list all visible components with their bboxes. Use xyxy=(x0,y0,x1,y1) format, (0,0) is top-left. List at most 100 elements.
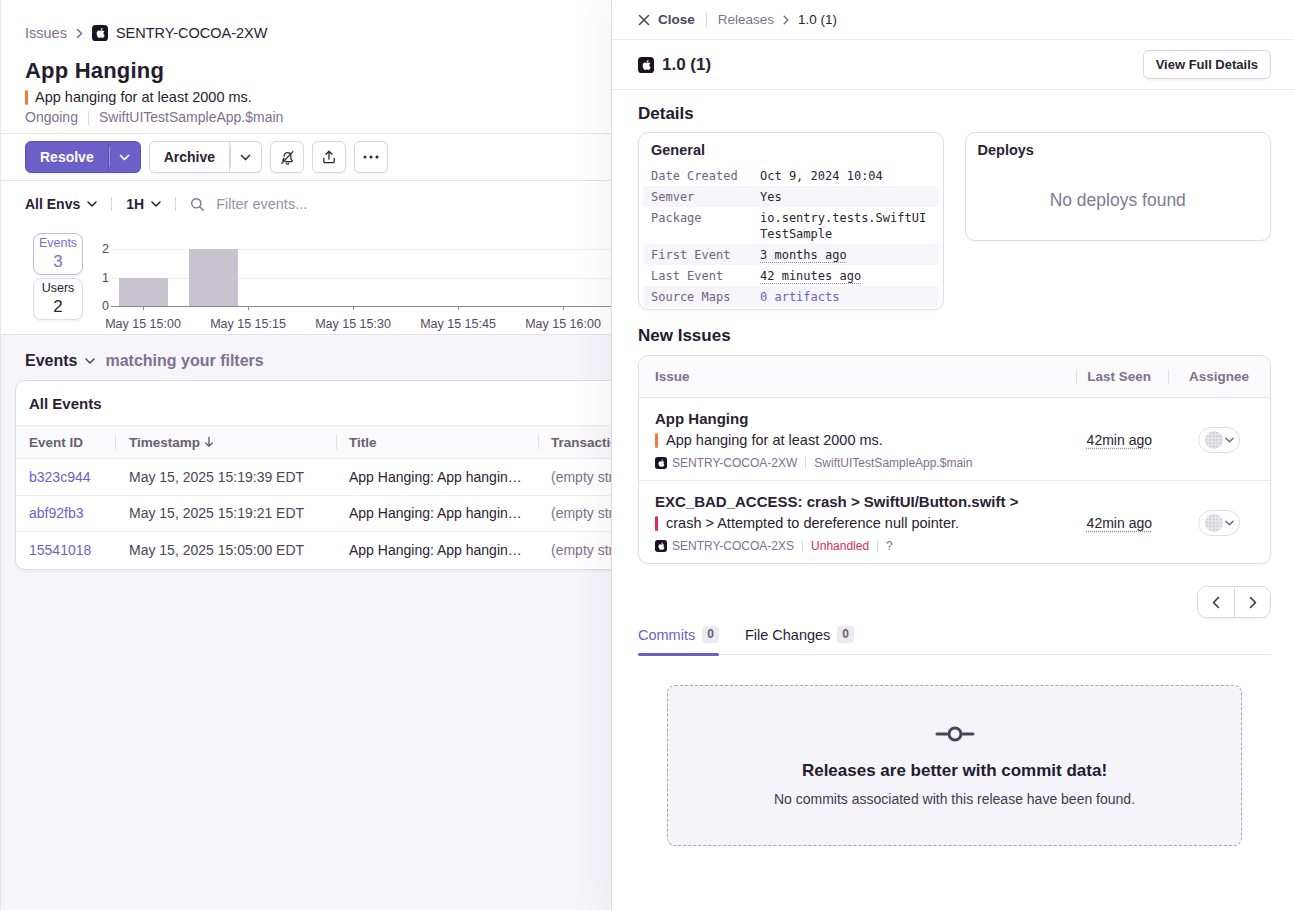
all-events-card: All Events Event ID Timestamp Title Tran… xyxy=(15,380,611,570)
event-timestamp: May 15, 2025 15:19:39 EDT xyxy=(129,469,349,485)
previous-page-button[interactable] xyxy=(1198,587,1234,617)
environment-filter[interactable]: All Envs xyxy=(25,196,97,212)
breadcrumb-project[interactable]: SENTRY-COCOA-2XW xyxy=(92,25,267,41)
events-bar-chart: 012May 15 15:00May 15 15:15May 15 15:30M… xyxy=(83,233,611,333)
chevron-right-icon xyxy=(783,15,789,25)
assignee-dropdown[interactable] xyxy=(1198,510,1240,536)
chart-gridline xyxy=(111,278,611,279)
mute-button[interactable] xyxy=(270,141,304,173)
general-key: Package xyxy=(651,210,760,242)
resolve-dropdown-button[interactable] xyxy=(109,141,141,173)
breadcrumb-issues-link[interactable]: Issues xyxy=(25,25,67,41)
period-filter-label: 1H xyxy=(126,196,144,212)
event-title: App Hanging: App hanging for at least 20… xyxy=(349,542,551,558)
filter-events-input[interactable]: Filter events... xyxy=(190,196,587,212)
tab-commits[interactable]: Commits 0 xyxy=(638,626,719,654)
panel-tabs: Commits 0 File Changes 0 xyxy=(638,626,1271,655)
issue-project-slug: SENTRY-COCOA-2XS xyxy=(672,538,794,554)
column-title[interactable]: Title xyxy=(349,435,551,450)
chart-x-tick xyxy=(143,306,144,310)
archive-split-button: Archive xyxy=(149,141,262,173)
issue-title-link[interactable]: EXC_BAD_ACCESS: crash > SwiftUI/Button.s… xyxy=(655,491,1076,512)
event-transaction: (empty string) xyxy=(551,469,611,485)
event-id-link[interactable]: b323c944 xyxy=(29,469,129,485)
column-assignee: Assignee xyxy=(1168,369,1270,384)
chart-x-axis xyxy=(111,306,611,307)
event-id-link[interactable]: 15541018 xyxy=(29,542,129,558)
chevron-down-icon xyxy=(1225,437,1234,443)
release-details-panel: Close Releases 1.0 (1) 1.0 (1) View Full… xyxy=(611,0,1294,910)
events-count-toggle[interactable]: Events 3 xyxy=(33,233,83,275)
general-row: First Event 3 months ago xyxy=(643,244,939,265)
breadcrumb-releases-link[interactable]: Releases xyxy=(718,12,774,27)
tab-file-changes[interactable]: File Changes 0 xyxy=(745,626,854,654)
event-row: abf92fb3 May 15, 2025 15:19:21 EDT App H… xyxy=(16,496,611,533)
help-icon[interactable]: ? xyxy=(886,538,893,554)
chart-bar[interactable] xyxy=(119,278,168,307)
general-card-title: General xyxy=(639,133,943,165)
chart-x-tick-label: May 15 16:00 xyxy=(525,317,601,331)
share-button[interactable] xyxy=(312,141,346,173)
breadcrumb: Issues SENTRY-COCOA-2XW xyxy=(25,25,587,41)
general-value: Oct 9, 2024 10:04 xyxy=(760,168,927,184)
next-page-button[interactable] xyxy=(1234,587,1270,617)
view-full-details-button[interactable]: View Full Details xyxy=(1143,50,1271,79)
chart-x-tick xyxy=(563,306,564,310)
sort-desc-icon xyxy=(204,436,214,448)
general-key: Last Event xyxy=(651,268,760,284)
chevron-right-icon xyxy=(1249,596,1257,609)
deploys-card: Deploys No deploys found xyxy=(965,132,1272,241)
new-issues-card: Issue Last Seen Assignee App Hanging App… xyxy=(638,355,1271,564)
chart-x-tick xyxy=(248,306,249,310)
apple-project-icon xyxy=(638,57,654,73)
search-icon xyxy=(190,197,205,212)
events-section-title[interactable]: Events xyxy=(25,352,77,370)
column-event-id[interactable]: Event ID xyxy=(29,435,129,450)
issue-culprit: SwiftUITestSampleApp.$main xyxy=(814,455,972,471)
issue-title-link[interactable]: App Hanging xyxy=(655,408,1076,429)
source-maps-link[interactable]: 0 artifacts xyxy=(760,290,839,304)
release-title: 1.0 (1) xyxy=(662,55,711,75)
general-key: Date Created xyxy=(651,168,760,184)
separator xyxy=(877,540,878,552)
period-filter[interactable]: 1H xyxy=(126,196,161,212)
general-row: Date Created Oct 9, 2024 10:04 xyxy=(643,165,939,186)
close-panel-button[interactable]: Close xyxy=(638,12,695,27)
issue-subtitle: App hanging for at least 2000 ms. xyxy=(35,89,252,106)
assignee-dropdown[interactable] xyxy=(1198,427,1240,453)
event-id-link[interactable]: abf92fb3 xyxy=(29,505,129,521)
chart-bar[interactable] xyxy=(189,249,238,306)
deploys-card-title: Deploys xyxy=(966,133,1271,165)
column-last-seen: Last Seen xyxy=(1076,369,1168,384)
deploys-empty-text: No deploys found xyxy=(966,165,1271,240)
archive-button[interactable]: Archive xyxy=(149,141,230,173)
column-issue: Issue xyxy=(639,369,1076,384)
resolve-split-button: Resolve xyxy=(25,141,141,173)
breadcrumb-project-label: SENTRY-COCOA-2XW xyxy=(116,25,267,41)
chevron-down-icon xyxy=(1225,520,1234,526)
users-count-value: 2 xyxy=(34,297,82,317)
panel-breadcrumb: Releases 1.0 (1) xyxy=(718,12,837,27)
event-title: App Hanging: App hanging for at least 20… xyxy=(349,469,551,485)
pagination xyxy=(1197,586,1271,618)
chevron-down-icon xyxy=(151,201,161,207)
event-row: 15541018 May 15, 2025 15:05:00 EDT App H… xyxy=(16,532,611,569)
close-icon xyxy=(638,14,650,26)
users-count-toggle[interactable]: Users 2 xyxy=(33,278,83,320)
empty-state-title: Releases are better with commit data! xyxy=(802,761,1107,781)
archive-dropdown-button[interactable] xyxy=(230,141,262,173)
event-row: b323c944 May 15, 2025 15:19:39 EDT App H… xyxy=(16,459,611,496)
users-count-label: Users xyxy=(34,281,82,296)
commit-icon xyxy=(935,725,975,743)
resolve-button[interactable]: Resolve xyxy=(25,141,109,173)
more-actions-button[interactable] xyxy=(354,141,388,173)
column-transaction[interactable]: Transaction xyxy=(551,435,611,450)
issue-message: App hanging for at least 2000 ms. xyxy=(666,430,883,450)
general-key: First Event xyxy=(651,247,760,263)
chart-x-tick-label: May 15 15:00 xyxy=(105,317,181,331)
column-timestamp[interactable]: Timestamp xyxy=(129,435,349,450)
chart-y-tick-label: 1 xyxy=(102,271,109,285)
new-issues-heading: New Issues xyxy=(638,326,1271,346)
issue-project-slug: SENTRY-COCOA-2XW xyxy=(672,455,797,471)
chart-x-tick xyxy=(458,306,459,310)
